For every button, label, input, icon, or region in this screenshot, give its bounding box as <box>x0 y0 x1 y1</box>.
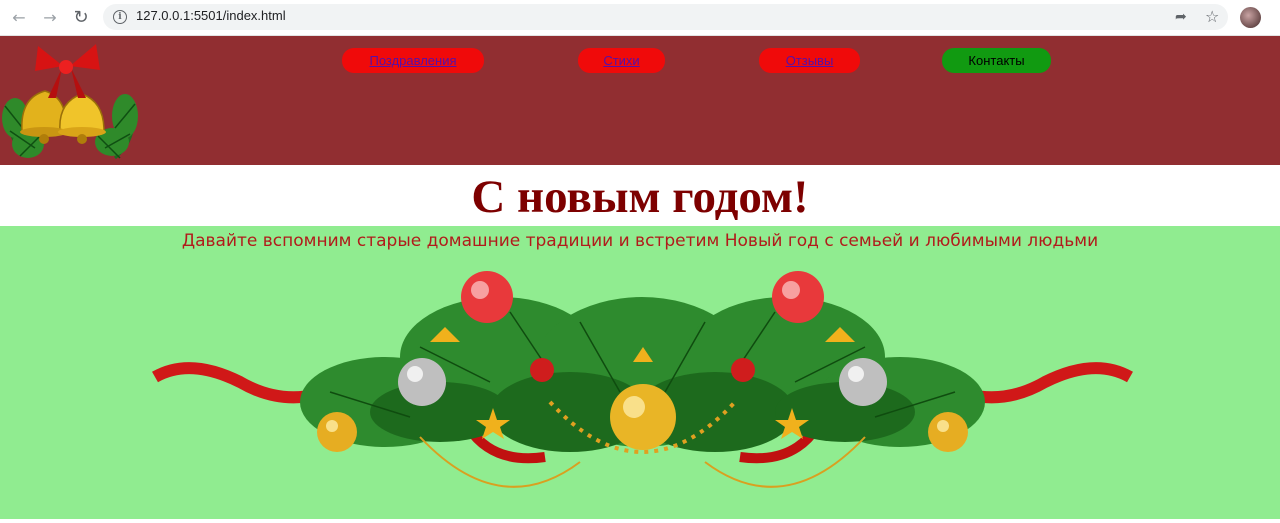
nav-item-greetings[interactable]: Поздравления <box>342 48 484 73</box>
nav-link-greetings[interactable]: Поздравления <box>369 53 456 68</box>
main-content: Давайте вспомним старые домашние традици… <box>0 226 1280 519</box>
reload-icon[interactable]: ↻ <box>71 8 91 28</box>
nav-link-poems[interactable]: Стихи <box>603 53 639 68</box>
nav-item-poems[interactable]: Стихи <box>578 48 665 73</box>
info-icon[interactable]: i <box>113 10 127 24</box>
page-subtitle: Давайте вспомним старые домашние традици… <box>181 231 1099 251</box>
back-arrow-icon[interactable]: ← <box>9 8 29 28</box>
page-title: С новым годом! <box>471 171 809 223</box>
profile-avatar[interactable] <box>1240 7 1261 28</box>
nav-item-contacts[interactable]: Контакты <box>942 48 1051 73</box>
url-text[interactable]: 127.0.0.1:5501/index.html <box>136 8 286 23</box>
page-bottom-strip <box>0 519 1280 523</box>
nav-link-reviews[interactable]: Отзывы <box>786 53 834 68</box>
nav-label-contacts[interactable]: Контакты <box>968 53 1024 68</box>
christmas-bells-logo-icon <box>2 44 138 160</box>
share-icon[interactable]: ➦ <box>1175 9 1187 25</box>
nav-item-reviews[interactable]: Отзывы <box>759 48 860 73</box>
bookmark-star-icon[interactable]: ☆ <box>1205 7 1219 26</box>
forward-arrow-icon[interactable]: → <box>40 8 60 28</box>
site-header: Поздравления Стихи Отзывы Контакты <box>0 36 1280 165</box>
address-bar[interactable]: i 127.0.0.1:5501/index.html ➦ ☆ <box>103 4 1228 30</box>
title-band: С новым годом! <box>0 165 1280 226</box>
browser-toolbar: ← → ↻ i 127.0.0.1:5501/index.html ➦ ☆ <box>0 0 1280 36</box>
christmas-garland-image <box>152 271 1133 488</box>
